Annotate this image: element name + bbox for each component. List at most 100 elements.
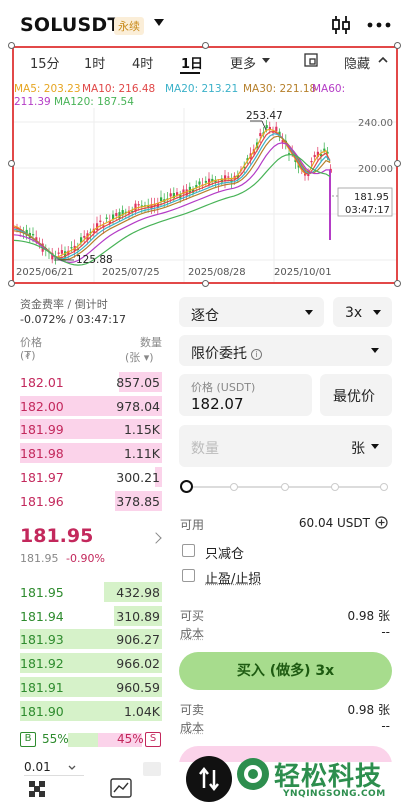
slider-step[interactable] — [281, 483, 289, 491]
candle — [227, 176, 229, 177]
order-quantity: 1.04K — [124, 704, 160, 719]
order-type-select[interactable]: 限价委托 i — [179, 335, 392, 366]
ask-row[interactable]: 181.96 378.85 — [20, 490, 162, 512]
bid-row[interactable]: 181.92 966.02 — [20, 652, 162, 674]
countdown-box-value: 03:47:17 — [345, 205, 390, 216]
quantity-input[interactable]: 数量 张 — [179, 425, 392, 467]
bid-row[interactable]: 181.93 906.27 — [20, 628, 162, 650]
current-price-box-value: 181.95 — [354, 192, 389, 203]
chart-icon[interactable] — [110, 778, 132, 798]
more-icon[interactable] — [367, 22, 391, 28]
price-chart[interactable]: 240.00 200.00 253.47 125.88 2025/06/21 2… — [14, 108, 396, 282]
candle — [170, 193, 172, 196]
tp-sl-label[interactable]: 止盈/止损 — [205, 568, 261, 587]
tab-4h[interactable]: 4时 — [132, 53, 153, 72]
bid-row[interactable]: 181.95 432.98 — [20, 581, 162, 603]
order-quantity: 378.85 — [116, 494, 160, 509]
price-input-label: 价格 (USDT) — [191, 379, 255, 395]
swap-fab-button[interactable] — [186, 756, 232, 802]
candle — [58, 253, 60, 254]
bid-row[interactable]: 181.94 310.89 — [20, 605, 162, 627]
slider-step[interactable] — [331, 483, 339, 491]
chevron-down-icon — [371, 348, 379, 353]
ma120-label: MA120: 187.54 — [54, 96, 134, 108]
order-price: 181.93 — [20, 632, 64, 647]
candle — [275, 127, 277, 132]
orderbook-layout-icon[interactable] — [143, 762, 161, 776]
candlestick-icon[interactable] — [331, 15, 351, 35]
available-value: 60.04 USDT — [280, 516, 370, 530]
quantity-unit[interactable]: 张 — [351, 438, 365, 458]
ask-row[interactable]: 182.00 978.04 — [20, 395, 162, 417]
candle — [314, 155, 316, 157]
hide-chart-button[interactable]: 隐藏 — [344, 53, 370, 72]
reduce-only-label: 只减仓 — [205, 543, 244, 562]
ask-row[interactable]: 182.01 857.05 — [20, 371, 162, 393]
quantity-slider-knob[interactable] — [180, 480, 193, 493]
brand-name: 轻松科技 — [274, 756, 382, 793]
chevron-right-icon[interactable] — [150, 532, 161, 543]
can-sell-value: 0.98 张 — [300, 701, 390, 718]
mark-price: 181.95 — [20, 552, 59, 565]
brand-url: YNQINGSONG.COM — [283, 789, 386, 799]
order-type-value: 限价委托 i — [191, 343, 262, 363]
low-price-label: 125.88 — [76, 254, 113, 266]
chevron-down-icon[interactable] — [154, 19, 164, 26]
tab-1d[interactable]: 1日 — [181, 53, 203, 72]
price-input[interactable]: 价格 (USDT) 182.07 — [179, 374, 312, 416]
order-quantity: 906.27 — [116, 632, 160, 647]
order-quantity: 978.04 — [116, 399, 160, 414]
candle — [106, 218, 108, 219]
tab-more[interactable]: 更多 — [230, 53, 256, 72]
cost-label: 成本 — [180, 625, 204, 642]
tab-1h[interactable]: 1时 — [84, 53, 105, 72]
y-tick-label: 240.00 — [358, 118, 393, 129]
tp-sl-checkbox[interactable] — [182, 569, 195, 582]
candle — [70, 247, 72, 248]
tab-15m[interactable]: 15分 — [30, 53, 60, 72]
price-change: -0.90% — [66, 552, 105, 565]
bid-row[interactable]: 181.90 1.04K — [20, 700, 162, 722]
candle — [115, 213, 117, 216]
candle — [259, 133, 261, 136]
chevron-up-icon[interactable] — [378, 56, 388, 64]
leverage-select[interactable]: 3x — [333, 297, 392, 327]
reduce-only-checkbox[interactable] — [182, 544, 195, 557]
candle — [208, 179, 210, 185]
buy-long-button[interactable]: 买入 (做多) 3x — [179, 652, 392, 690]
bid-row[interactable]: 181.91 960.59 — [20, 676, 162, 698]
ma30-label: MA30: 221.18 — [243, 83, 316, 95]
sell-ratio-value: 45% — [117, 732, 144, 746]
order-quantity: 310.89 — [116, 609, 160, 624]
ma5-label: MA5: 203.23 — [14, 83, 81, 95]
margin-mode-value: 逐仓 — [191, 305, 219, 325]
timeframe-bar: 15分 1时 4时 1日 更多 隐藏 — [14, 48, 396, 74]
depth-view-icon[interactable] — [28, 780, 46, 798]
order-quantity: 857.05 — [116, 375, 160, 390]
ask-row[interactable]: 181.98 1.11K — [20, 442, 162, 464]
can-buy-label: 可买 — [180, 607, 204, 624]
slider-step[interactable] — [380, 483, 388, 491]
candle — [205, 181, 207, 183]
qty-unit-selector[interactable]: (张 ▾) — [125, 349, 154, 365]
info-icon: i — [251, 349, 262, 360]
symbol-title[interactable]: SOLUSDT — [20, 14, 121, 36]
cost-label: 成本 — [180, 719, 204, 736]
chart-settings-icon[interactable] — [304, 53, 318, 67]
price-input-value[interactable]: 182.07 — [191, 395, 244, 413]
ask-row[interactable]: 181.99 1.15K — [20, 418, 162, 440]
candle — [266, 125, 268, 128]
candle — [198, 182, 200, 185]
slider-step[interactable] — [230, 483, 238, 491]
best-price-button[interactable]: 最优价 — [320, 374, 392, 416]
chevron-down-icon — [373, 310, 381, 315]
margin-mode-select[interactable]: 逐仓 — [179, 297, 324, 327]
last-price: 181.95 — [20, 525, 93, 547]
candle — [32, 234, 34, 235]
funding-rate-value: -0.072% / 03:47:17 — [20, 313, 126, 326]
candle — [160, 197, 162, 201]
available-label: 可用 — [180, 516, 204, 533]
ask-row[interactable]: 181.97 300.21 — [20, 466, 162, 488]
transfer-plus-icon[interactable] — [375, 516, 388, 529]
candle — [61, 250, 63, 254]
